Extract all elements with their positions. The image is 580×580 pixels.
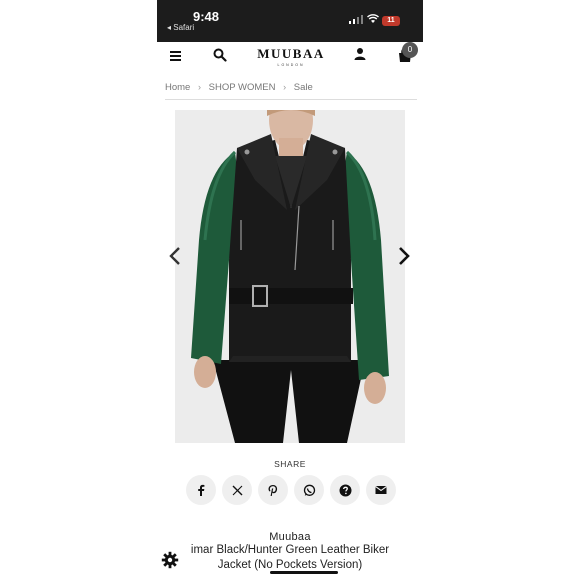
email-icon [375, 486, 387, 494]
product-image[interactable] [175, 110, 405, 443]
facebook-icon [198, 484, 205, 496]
signal-icon [349, 15, 363, 24]
search-icon[interactable] [213, 48, 227, 62]
share-facebook-button[interactable] [186, 475, 216, 505]
breadcrumb-separator: › [283, 82, 287, 92]
brand-name: MUUBAA [257, 46, 325, 61]
site-header: MUUBAA LONDON 0 [157, 42, 423, 72]
share-help-button[interactable] [330, 475, 360, 505]
wifi-icon [367, 14, 379, 23]
share-label: SHARE [274, 459, 306, 469]
help-icon [339, 484, 351, 496]
previous-image-icon[interactable] [168, 246, 182, 266]
product-photo [175, 110, 405, 443]
product-brand: Muubaa [269, 531, 311, 543]
breadcrumb-separator: › [197, 82, 201, 92]
brand-subtitle: LONDON [277, 63, 305, 67]
gear-icon[interactable] [161, 551, 179, 569]
breadcrumb-sale[interactable]: Sale [294, 82, 313, 93]
share-x-button[interactable] [222, 475, 252, 505]
home-indicator[interactable] [270, 571, 338, 574]
pinterest-icon [268, 484, 278, 496]
breadcrumb-home[interactable]: Home [165, 82, 190, 93]
share-buttons [186, 475, 396, 507]
account-icon[interactable] [353, 47, 367, 61]
brand-logo[interactable]: MUUBAA LONDON [253, 46, 329, 67]
share-pinterest-button[interactable] [258, 475, 288, 505]
cart-count-badge: 0 [402, 42, 418, 58]
whatsapp-icon [303, 484, 315, 496]
back-to-app-link[interactable]: ◂ Safari [167, 23, 194, 32]
phone-screen: 9:48 ◂ Safari 11 MUUBAA LONDON 0 Home › … [157, 0, 423, 580]
status-bar: 9:48 ◂ Safari 11 [157, 0, 423, 42]
hamburger-menu-icon[interactable] [170, 51, 181, 61]
next-image-icon[interactable] [397, 246, 411, 266]
share-email-button[interactable] [366, 475, 396, 505]
product-title-line-1: imar Black/Hunter Green Leather Biker [190, 544, 390, 556]
breadcrumb-shop-women[interactable]: SHOP WOMEN [209, 82, 276, 93]
battery-icon: 11 [382, 16, 400, 26]
breadcrumb: Home › SHOP WOMEN › Sale [165, 82, 417, 100]
product-title: imar Black/Hunter Green Leather Biker Ja… [157, 543, 423, 573]
x-icon [232, 485, 242, 495]
status-time: 9:48 [193, 9, 220, 24]
share-whatsapp-button[interactable] [294, 475, 324, 505]
